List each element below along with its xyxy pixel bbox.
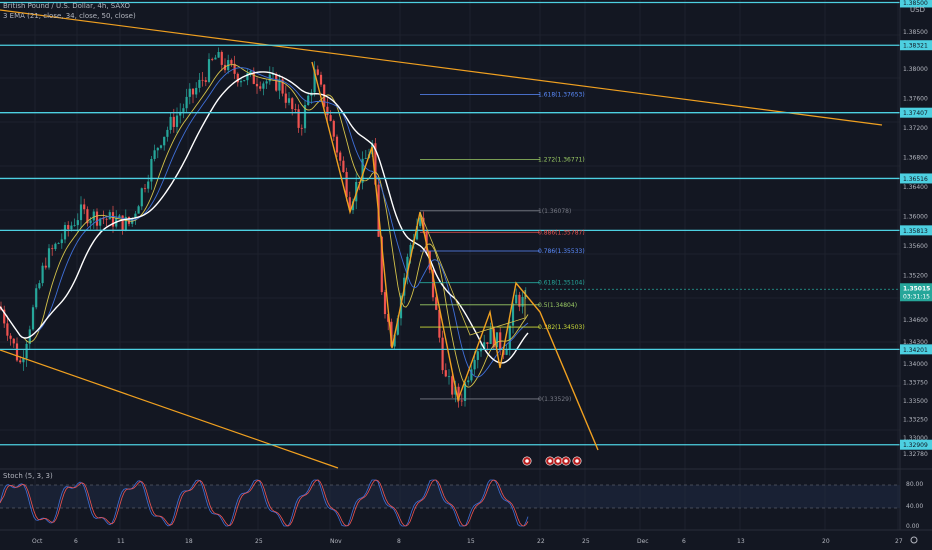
chart-area[interactable]: 1.38500 1.38321 1.37407 1.36516 1.35813 1.342… bbox=[0, 0, 932, 550]
current-price: 1.35015 bbox=[903, 285, 930, 292]
fib-label: 0.618(1.35104) bbox=[538, 280, 585, 287]
chart-title: British Pound / U.S. Dollar, 4h, SAXO bbox=[3, 2, 130, 10]
time-tick: 22 bbox=[537, 538, 545, 545]
svg-text:1.37407: 1.37407 bbox=[903, 110, 928, 117]
time-tick: 11 bbox=[117, 538, 125, 545]
indicator-legend[interactable]: 3 EMA (21, close, 34, close, 50, close) bbox=[3, 12, 136, 20]
price-tick: 1.34000 bbox=[903, 361, 928, 368]
svg-text:1.35813: 1.35813 bbox=[903, 228, 928, 235]
price-tick: 1.37200 bbox=[903, 125, 928, 132]
price-tick: 1.35600 bbox=[903, 243, 928, 250]
time-tick: 25 bbox=[582, 538, 590, 545]
price-tick: 1.36000 bbox=[903, 214, 928, 221]
event-flag-icon[interactable] bbox=[522, 456, 532, 466]
price-tick: 1.33750 bbox=[903, 380, 928, 387]
svg-text:1.34201: 1.34201 bbox=[903, 347, 928, 354]
fib-label: 0.786(1.35533) bbox=[538, 248, 585, 255]
event-flag-icon[interactable] bbox=[572, 456, 582, 466]
stoch-tick: 0.00 bbox=[906, 523, 920, 530]
time-tick: 6 bbox=[682, 538, 686, 545]
fib-label: 1.618(1.37653) bbox=[538, 92, 585, 99]
time-tick: 18 bbox=[185, 538, 193, 545]
time-tick: 8 bbox=[397, 538, 401, 545]
countdown: 03:31:15 bbox=[903, 293, 930, 300]
price-tick: 1.36800 bbox=[903, 154, 928, 161]
svg-text:1.38321: 1.38321 bbox=[903, 43, 928, 50]
fib-label: 1(1.36078) bbox=[538, 208, 571, 215]
time-tick: Dec bbox=[637, 538, 649, 545]
time-tick: 20 bbox=[822, 538, 830, 545]
price-tick: 1.33500 bbox=[903, 398, 928, 405]
time-tick: 13 bbox=[737, 538, 745, 545]
currency-label: USD bbox=[910, 6, 925, 14]
time-tick: 25 bbox=[255, 538, 263, 545]
price-tick: 1.38500 bbox=[903, 29, 928, 36]
price-tick: 1.36400 bbox=[903, 184, 928, 191]
price-tick: 1.32780 bbox=[903, 451, 928, 458]
price-tick: 1.37600 bbox=[903, 95, 928, 102]
price-tick: 1.34600 bbox=[903, 317, 928, 324]
fib-label: 0(1.33529) bbox=[538, 396, 571, 403]
time-tick: 6 bbox=[74, 538, 78, 545]
fib-label: 0.886(1.35787) bbox=[538, 229, 585, 236]
fib-label: 1.272(1.36771) bbox=[538, 157, 585, 164]
time-tick: Oct bbox=[32, 538, 43, 545]
svg-text:1.36516: 1.36516 bbox=[903, 176, 928, 183]
event-flag-icon[interactable] bbox=[545, 456, 555, 466]
stoch-tick: 80.00 bbox=[906, 481, 923, 488]
price-tick: 1.35200 bbox=[903, 273, 928, 280]
event-flag-icon[interactable] bbox=[553, 456, 563, 466]
stoch-legend[interactable]: Stoch (5, 3, 3) bbox=[3, 472, 53, 480]
price-tick: 1.38000 bbox=[903, 66, 928, 73]
event-flag-icon[interactable] bbox=[561, 456, 571, 466]
svg-text:1.32909: 1.32909 bbox=[903, 442, 928, 449]
fib-label: 0.5(1.34804) bbox=[538, 302, 577, 309]
time-tick: 27 bbox=[895, 538, 903, 545]
price-tick: 1.33250 bbox=[903, 417, 928, 424]
time-tick: Nov bbox=[330, 538, 342, 545]
time-tick: 15 bbox=[467, 538, 475, 545]
stoch-tick: 40.00 bbox=[906, 503, 923, 510]
